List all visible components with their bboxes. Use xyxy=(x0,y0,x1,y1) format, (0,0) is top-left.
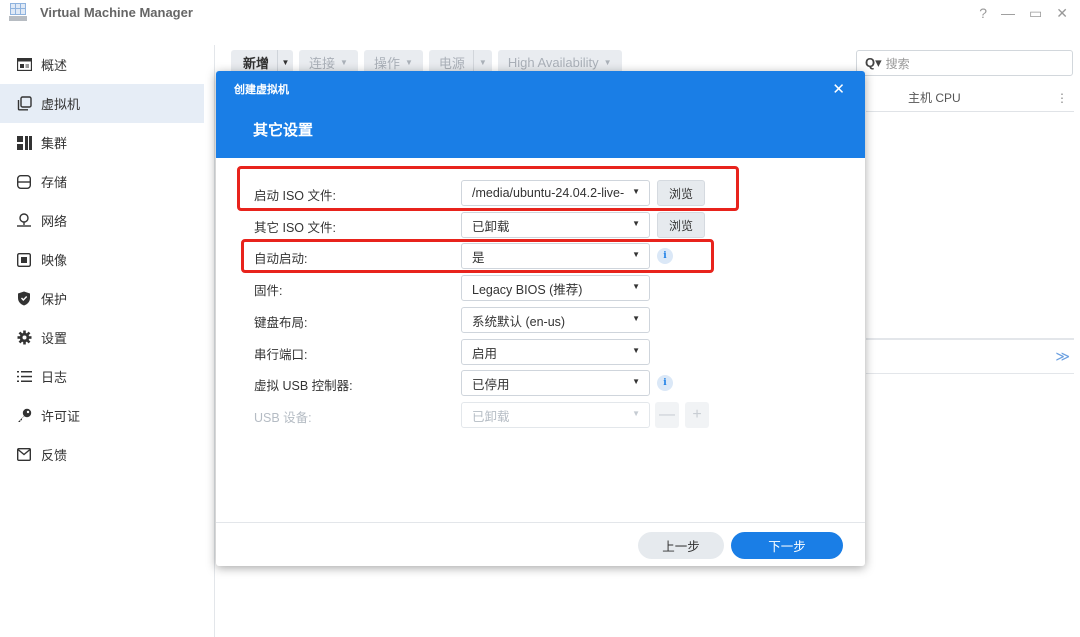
sidebar-item-storage[interactable]: 存储 xyxy=(0,162,204,201)
boot-iso-browse-button[interactable]: 浏览 xyxy=(657,180,705,206)
app-logo-icon xyxy=(9,3,27,21)
column-host-cpu[interactable]: 主机 CPU xyxy=(908,89,961,106)
chevron-down-icon: ▼ xyxy=(632,409,640,418)
dialog-header: 创建虚拟机 其它设置 ✕ xyxy=(216,71,865,158)
boot-iso-label: 启动 ISO 文件: xyxy=(254,189,336,203)
chevron-down-icon: ▼ xyxy=(632,346,640,355)
chevron-down-icon: ▼ xyxy=(632,314,640,323)
sidebar-item-label: 反馈 xyxy=(41,448,68,463)
remove-usb-button[interactable]: — xyxy=(655,402,679,428)
chevron-down-icon: ▼ xyxy=(603,58,612,67)
previous-button[interactable]: 上一步 xyxy=(638,532,724,559)
create-vm-dialog: 创建虚拟机 其它设置 ✕ 启动 ISO 文件: /media/ubuntu-24… xyxy=(216,71,865,566)
sidebar-item-label: 保护 xyxy=(41,292,68,307)
detail-panel-divider: ≫ xyxy=(866,338,1074,374)
other-iso-row: 其它 ISO 文件: 已卸载 ▼ 浏览 xyxy=(216,212,865,238)
chevron-down-icon: ▼ xyxy=(632,377,640,386)
storage-icon xyxy=(16,174,32,190)
serial-port-select[interactable]: 启用 ▼ xyxy=(461,339,650,365)
sidebar-item-label: 集群 xyxy=(41,136,68,151)
cluster-icon xyxy=(16,135,32,151)
chevron-down-icon: ▼ xyxy=(632,219,640,228)
help-button[interactable]: ? xyxy=(979,5,987,22)
app-title: Virtual Machine Manager xyxy=(40,5,193,20)
add-usb-button[interactable]: + xyxy=(685,402,709,428)
firmware-select[interactable]: Legacy BIOS (推荐) ▼ xyxy=(461,275,650,301)
sidebar-item-cluster[interactable]: 集群 xyxy=(0,123,204,162)
search-placeholder: 搜索 xyxy=(885,56,910,71)
sidebar-item-label: 设置 xyxy=(41,331,68,346)
autostart-select[interactable]: 是 ▼ xyxy=(461,243,650,269)
gear-icon xyxy=(16,330,32,346)
sidebar-item-label: 网络 xyxy=(41,214,68,229)
chevron-down-icon: ▼ xyxy=(632,282,640,291)
dialog-footer: 上一步 下一步 xyxy=(216,522,865,566)
usb-device-label: USB 设备: xyxy=(254,411,312,425)
shield-icon xyxy=(16,291,32,307)
column-menu-icon[interactable]: ⋮ xyxy=(1056,91,1068,105)
keyboard-layout-row: 键盘布局: 系统默认 (en-us) ▼ xyxy=(216,307,865,333)
sidebar-item-network[interactable]: 网络 xyxy=(0,201,204,240)
chevron-down-icon: ▼ xyxy=(632,187,640,196)
other-iso-label: 其它 ISO 文件: xyxy=(254,221,336,235)
table-column-header: 主机 CPU ⋮ xyxy=(866,84,1074,112)
network-icon xyxy=(16,213,32,229)
sidebar-item-label: 虚拟机 xyxy=(41,97,81,112)
sidebar: 概述 虚拟机 集群 存储 网络 映像 保护 设置 日志 许可证 反馈 xyxy=(0,45,215,637)
virtual-machine-icon xyxy=(16,96,32,112)
autostart-row: 自动启动: 是 ▼ i xyxy=(216,243,865,269)
search-icon: Q▾ xyxy=(865,55,882,70)
keyboard-layout-label: 键盘布局: xyxy=(254,316,308,330)
minimize-button[interactable]: — xyxy=(1001,5,1015,22)
title-bar: Virtual Machine Manager ? — ▭ ✕ xyxy=(0,0,1080,30)
sidebar-item-label: 许可证 xyxy=(41,409,81,424)
sidebar-item-log[interactable]: 日志 xyxy=(0,357,204,396)
maximize-button[interactable]: ▭ xyxy=(1029,5,1042,22)
sidebar-item-protection[interactable]: 保护 xyxy=(0,279,204,318)
dialog-title: 创建虚拟机 xyxy=(234,84,289,96)
sidebar-item-label: 概述 xyxy=(41,58,68,73)
window-controls: ? — ▭ ✕ xyxy=(979,5,1068,22)
boot-iso-row: 启动 ISO 文件: /media/ubuntu-24.04.2-live-se… xyxy=(216,180,865,206)
sidebar-item-license[interactable]: 许可证 xyxy=(0,396,204,435)
other-iso-browse-button[interactable]: 浏览 xyxy=(657,212,705,238)
image-icon xyxy=(16,252,32,268)
info-icon[interactable]: i xyxy=(657,248,673,264)
sidebar-item-label: 存储 xyxy=(41,175,68,190)
log-list-icon xyxy=(16,369,32,385)
close-icon[interactable]: ✕ xyxy=(832,80,845,98)
usb-device-row: USB 设备: 已卸载 ▼ — + xyxy=(216,402,865,428)
chevron-down-icon: ▼ xyxy=(404,58,413,67)
sidebar-item-overview[interactable]: 概述 xyxy=(0,45,204,84)
serial-port-row: 串行端口: 启用 ▼ xyxy=(216,339,865,365)
firmware-label: 固件: xyxy=(254,284,283,298)
sidebar-item-label: 日志 xyxy=(41,370,68,385)
info-icon[interactable]: i xyxy=(657,375,673,391)
boot-iso-select[interactable]: /media/ubuntu-24.04.2-live-server-amd64.… xyxy=(461,180,650,206)
key-icon xyxy=(16,408,32,424)
usb-controller-select[interactable]: 已停用 ▼ xyxy=(461,370,650,396)
sidebar-item-image[interactable]: 映像 xyxy=(0,240,204,279)
firmware-row: 固件: Legacy BIOS (推荐) ▼ xyxy=(216,275,865,301)
serial-port-label: 串行端口: xyxy=(254,348,308,362)
search-input[interactable]: Q▾ 搜索 xyxy=(856,50,1073,76)
close-window-button[interactable]: ✕ xyxy=(1056,5,1068,22)
feedback-icon xyxy=(16,447,32,463)
chevron-down-icon: ▼ xyxy=(632,250,640,259)
sidebar-item-feedback[interactable]: 反馈 xyxy=(0,435,204,474)
autostart-label: 自动启动: xyxy=(254,252,308,266)
usb-controller-label: 虚拟 USB 控制器: xyxy=(254,379,353,393)
sidebar-item-settings[interactable]: 设置 xyxy=(0,318,204,357)
step-title: 其它设置 xyxy=(253,122,314,139)
keyboard-layout-select[interactable]: 系统默认 (en-us) ▼ xyxy=(461,307,650,333)
chevron-down-icon: ▼ xyxy=(340,58,348,67)
overview-icon xyxy=(16,57,32,73)
sidebar-item-virtual-machine[interactable]: 虚拟机 xyxy=(0,84,204,123)
next-button[interactable]: 下一步 xyxy=(731,532,843,559)
other-iso-select[interactable]: 已卸载 ▼ xyxy=(461,212,650,238)
usb-controller-row: 虚拟 USB 控制器: 已停用 ▼ i xyxy=(216,370,865,396)
expand-chevron-icon[interactable]: ≫ xyxy=(1055,348,1070,365)
usb-device-select[interactable]: 已卸载 ▼ xyxy=(461,402,650,428)
sidebar-item-label: 映像 xyxy=(41,253,68,268)
